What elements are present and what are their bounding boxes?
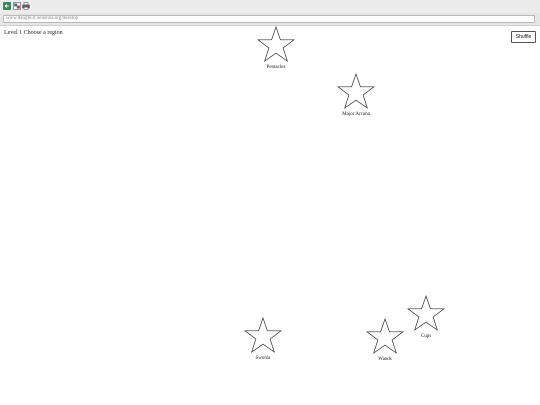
url-input[interactable]: www.daugl63t.nouslina.org/desktop	[3, 15, 535, 23]
region-major-arcana[interactable]: Major Arcana	[331, 73, 381, 117]
star-outline-icon	[256, 26, 296, 62]
region-label: Swords	[255, 356, 271, 361]
back-arrow-icon[interactable]	[3, 2, 11, 10]
region-label: Wands	[378, 357, 392, 362]
level-instruction: Level 1 Choose a region	[4, 30, 63, 36]
address-bar: www.daugl63t.nouslina.org/desktop	[0, 13, 540, 26]
region-pentacles[interactable]: Pentacles	[251, 26, 301, 70]
star-outline-icon	[336, 73, 376, 109]
region-swords[interactable]: Swords	[238, 317, 288, 361]
region-label: Pentacles	[266, 65, 286, 70]
star-outline-icon	[243, 317, 283, 353]
region-label: Major Arcana	[342, 112, 370, 117]
print-icon[interactable]	[22, 2, 30, 10]
translate-icon[interactable]	[13, 2, 21, 10]
region-wands[interactable]: Wands	[360, 318, 410, 362]
browser-toolbar	[0, 0, 540, 13]
shuffle-button[interactable]: Shuffle	[511, 31, 536, 43]
star-outline-icon	[365, 318, 405, 354]
star-outline-icon	[406, 295, 446, 331]
